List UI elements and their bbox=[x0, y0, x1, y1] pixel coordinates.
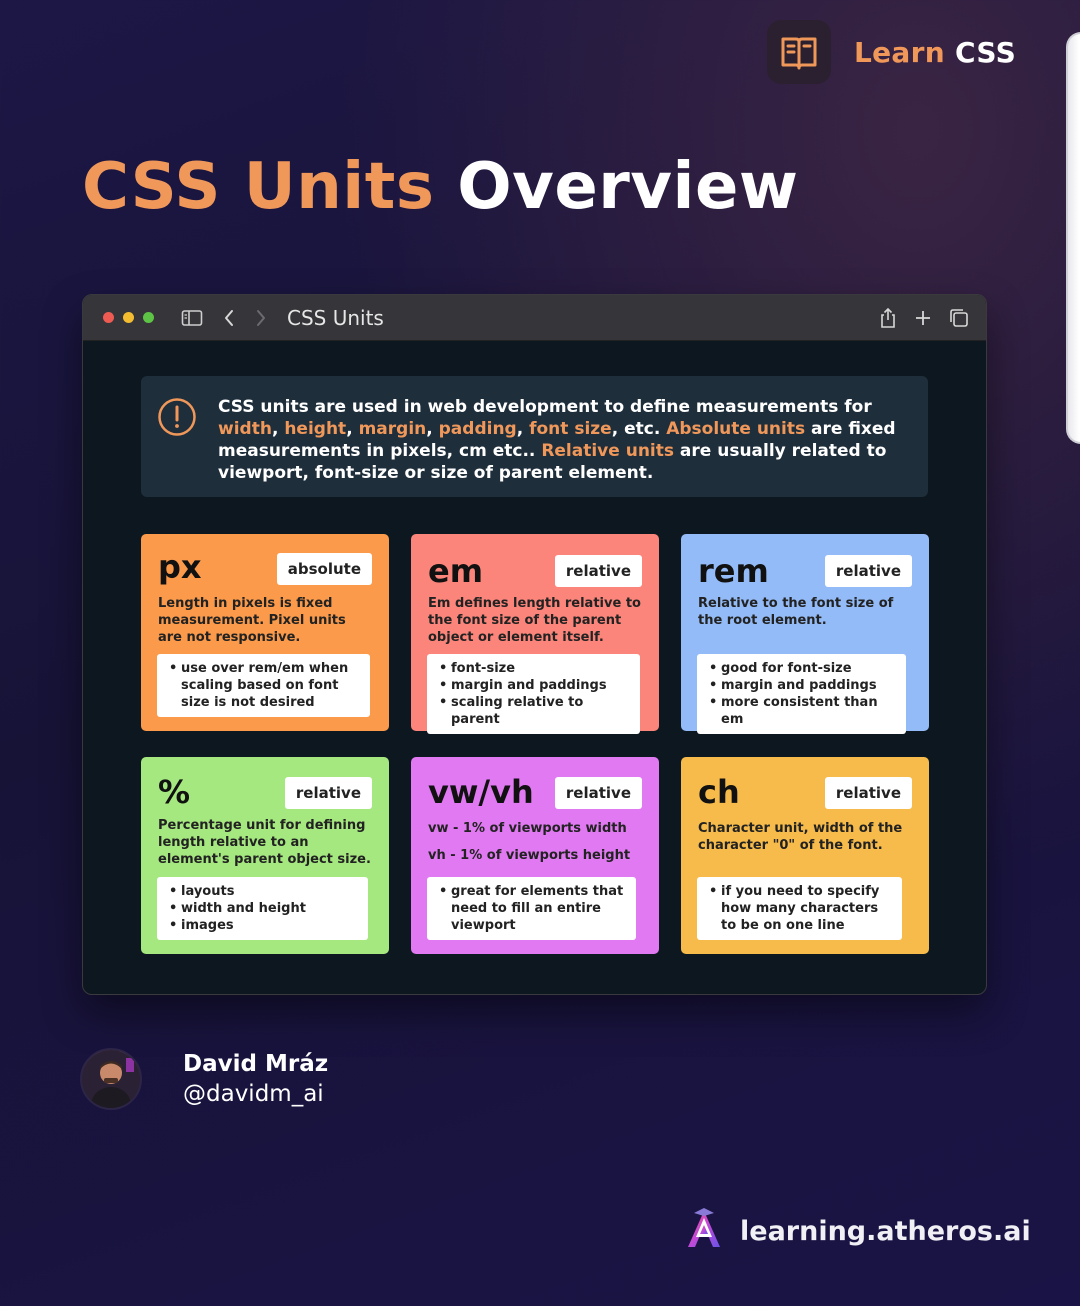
notice-highlight: height bbox=[284, 419, 347, 439]
forward-icon[interactable] bbox=[255, 309, 267, 327]
card-unit: rem bbox=[698, 552, 769, 590]
brand-link[interactable]: learning.atheros.ai bbox=[686, 1207, 1031, 1255]
card-list: good for font-size margin and paddings m… bbox=[697, 654, 906, 734]
notice-highlight: padding bbox=[438, 419, 517, 439]
notice-highlight: Relative units bbox=[541, 441, 674, 461]
notice-segment: , bbox=[516, 419, 530, 439]
plus-icon[interactable] bbox=[914, 309, 932, 327]
notice-segment: , etc. bbox=[611, 419, 667, 439]
list-item: layouts bbox=[167, 883, 358, 900]
card-description: vw - 1% of viewports width bbox=[428, 821, 627, 836]
tab-title: CSS Units bbox=[287, 305, 384, 330]
card-unit: em bbox=[428, 552, 484, 590]
card-unit: vw/vh bbox=[428, 773, 534, 811]
list-item: margin and paddings bbox=[437, 677, 630, 694]
list-item: width and height bbox=[167, 900, 358, 917]
list-item: if you need to specify how many characte… bbox=[707, 883, 892, 934]
window-titlebar: CSS Units bbox=[83, 295, 986, 341]
list-item: margin and paddings bbox=[707, 677, 896, 694]
card-px: px absolute Length in pixels is fixed me… bbox=[141, 534, 389, 731]
card-percent: % relative Percentage unit for defining … bbox=[141, 757, 389, 954]
close-dot[interactable] bbox=[103, 312, 114, 323]
card-ch: ch relative Character unit, width of the… bbox=[681, 757, 929, 954]
share-icon[interactable] bbox=[878, 307, 898, 329]
list-item: good for font-size bbox=[707, 660, 896, 677]
card-list: font-size margin and paddings scaling re… bbox=[427, 654, 640, 734]
list-item: scaling relative to parent bbox=[437, 694, 630, 728]
list-item: use over rem/em when scaling based on fo… bbox=[167, 660, 360, 711]
author-block[interactable]: David Mráz @davidm_ai bbox=[80, 1048, 328, 1110]
page-title: CSS Units Overview bbox=[82, 150, 799, 224]
notice-highlight: width bbox=[218, 419, 272, 439]
side-scroll-handle[interactable] bbox=[1066, 32, 1080, 444]
learn-css-label: Learn CSS bbox=[854, 35, 1017, 69]
open-book-icon bbox=[767, 20, 831, 84]
list-item: great for elements that need to fill an … bbox=[437, 883, 626, 934]
info-notice: CSS units are used in web development to… bbox=[141, 376, 928, 497]
card-list: great for elements that need to fill an … bbox=[427, 877, 636, 940]
learn-css-badge[interactable]: Learn CSS bbox=[767, 20, 1016, 84]
back-icon[interactable] bbox=[223, 309, 235, 327]
card-tag: absolute bbox=[276, 553, 372, 585]
notice-segment: , bbox=[426, 419, 439, 439]
notice-highlight: Absolute units bbox=[666, 419, 806, 439]
notice-segment: , bbox=[346, 419, 359, 439]
card-vw-vh: vw/vh relative vw - 1% of viewports widt… bbox=[411, 757, 659, 954]
notice-highlight: font size bbox=[529, 419, 612, 439]
browser-window: CSS Units CSS units are used in web deve… bbox=[82, 294, 987, 995]
card-unit: % bbox=[158, 773, 191, 811]
card-list: if you need to specify how many characte… bbox=[697, 877, 902, 940]
atheros-logo-icon bbox=[686, 1207, 722, 1255]
card-unit: px bbox=[158, 548, 202, 586]
zoom-dot[interactable] bbox=[143, 312, 154, 323]
list-item: images bbox=[167, 917, 358, 934]
card-description: Relative to the font size of the root el… bbox=[698, 596, 894, 628]
card-list: use over rem/em when scaling based on fo… bbox=[157, 654, 370, 717]
author-handle[interactable]: @davidm_ai bbox=[183, 1079, 328, 1109]
tabs-icon[interactable] bbox=[948, 308, 970, 328]
alert-icon bbox=[157, 397, 197, 441]
author-name: David Mráz bbox=[183, 1051, 329, 1077]
card-em: em relative Em defines length relative t… bbox=[411, 534, 659, 734]
list-item: more consistent than em bbox=[707, 694, 896, 728]
card-rem: rem relative Relative to the font size o… bbox=[681, 534, 929, 734]
card-tag: relative bbox=[824, 777, 912, 809]
avatar[interactable] bbox=[80, 1048, 142, 1110]
notice-segment: , bbox=[271, 419, 285, 439]
card-description-2: vh - 1% of viewports height bbox=[428, 848, 631, 863]
brand-text: learning.atheros.ai bbox=[740, 1215, 1031, 1247]
card-tag: relative bbox=[554, 555, 642, 587]
minimize-dot[interactable] bbox=[123, 312, 134, 323]
card-tag: relative bbox=[554, 777, 642, 809]
card-list: layouts width and height images bbox=[157, 877, 368, 940]
notice-highlight: margin bbox=[358, 419, 427, 439]
card-description: Em defines length relative to the font s… bbox=[428, 596, 641, 645]
card-description: Character unit, width of the character "… bbox=[698, 821, 903, 853]
notice-segment: CSS units are used in web development to… bbox=[218, 397, 872, 417]
sidebar-icon[interactable] bbox=[181, 309, 203, 327]
notice-text: CSS units are used in web development to… bbox=[218, 396, 908, 484]
card-tag: relative bbox=[284, 777, 372, 809]
list-item: font-size bbox=[437, 660, 630, 677]
card-description: Length in pixels is fixed measurement. P… bbox=[158, 596, 346, 645]
card-tag: relative bbox=[824, 555, 912, 587]
card-description: Percentage unit for defining length rela… bbox=[158, 818, 371, 867]
card-unit: ch bbox=[698, 773, 740, 811]
